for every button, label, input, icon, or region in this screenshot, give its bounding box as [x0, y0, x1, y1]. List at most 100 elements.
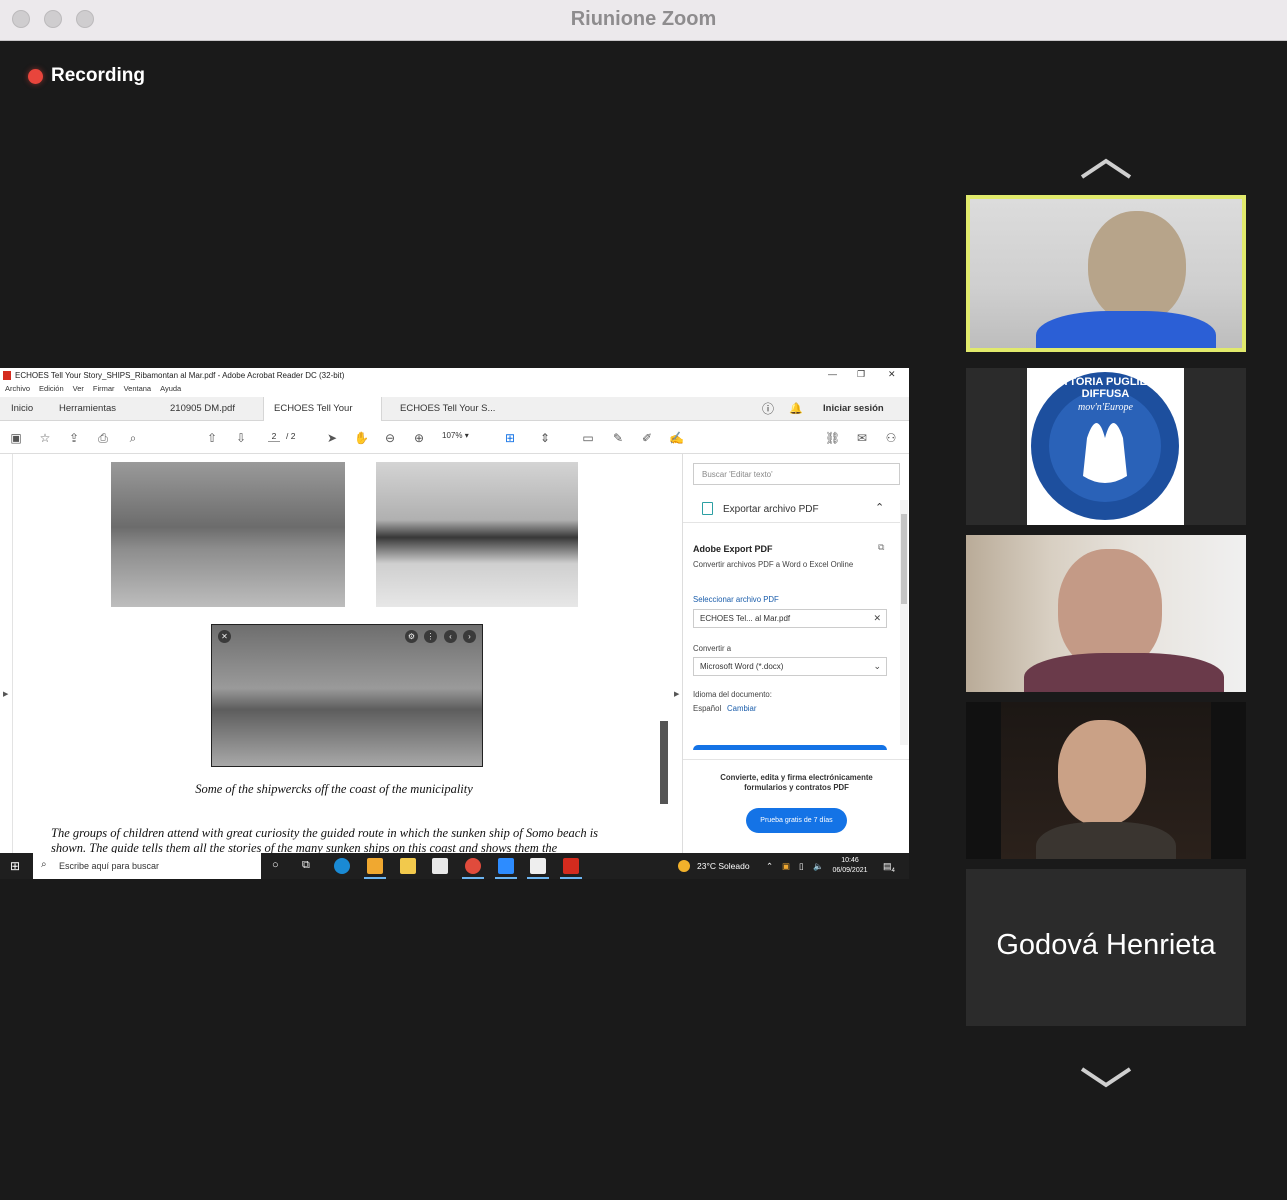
- select-cursor-icon[interactable]: ➤: [325, 431, 339, 445]
- more-icon[interactable]: ⋮: [424, 630, 437, 643]
- comment-icon[interactable]: ▭: [581, 431, 595, 445]
- search-icon[interactable]: ⌕: [126, 431, 140, 445]
- print-icon[interactable]: ⎙: [96, 431, 110, 445]
- task-view-icon[interactable]: ⧉: [302, 859, 310, 872]
- menu-ventana[interactable]: Ventana: [124, 384, 152, 397]
- panel-search-input[interactable]: Buscar 'Editar texto': [693, 463, 900, 485]
- menu-firmar[interactable]: Firmar: [93, 384, 115, 397]
- video-participant-1[interactable]: [966, 195, 1246, 352]
- windows-start-icon[interactable]: ⊞: [10, 859, 20, 873]
- recording-label: Recording: [51, 65, 145, 86]
- draw-icon[interactable]: ✐: [640, 431, 654, 445]
- change-language-link[interactable]: Cambiar: [727, 704, 756, 713]
- zoom-out-icon[interactable]: ⊖: [383, 431, 397, 445]
- fit-page-icon[interactable]: ⊞: [503, 431, 517, 445]
- prev-page-icon[interactable]: ⇧: [205, 431, 219, 445]
- document-scrollbar[interactable]: [659, 466, 668, 866]
- upload-icon[interactable]: ⇪: [67, 431, 81, 445]
- zoom-in-icon[interactable]: ⊕: [412, 431, 426, 445]
- tab-echoes-2[interactable]: ECHOES Tell Your S...: [390, 397, 505, 421]
- language-label: Idioma del documento:: [693, 690, 772, 699]
- restore-icon[interactable]: ❐: [857, 369, 865, 380]
- tab-210905[interactable]: 210905 DM.pdf: [160, 397, 245, 421]
- zoom-level-select[interactable]: 107% ▾: [442, 431, 469, 440]
- chevron-up-icon[interactable]: ⌃: [875, 501, 884, 514]
- scroll-mode-icon[interactable]: ⇕: [538, 431, 552, 445]
- menu-edicion[interactable]: Edición: [39, 384, 64, 397]
- prev-image-icon[interactable]: ‹: [444, 630, 457, 643]
- acrobat-tabbar: Inicio Herramientas 210905 DM.pdf ECHOES…: [0, 397, 909, 438]
- close-image-icon[interactable]: ✕: [218, 630, 231, 643]
- chrome-icon[interactable]: [465, 858, 481, 874]
- battery-icon[interactable]: ▯: [799, 861, 804, 872]
- tab-inicio[interactable]: Inicio: [1, 397, 43, 421]
- tab-herramientas[interactable]: Herramientas: [49, 397, 126, 421]
- page-number-input[interactable]: 2: [268, 431, 280, 442]
- acrobat-app-icon[interactable]: [563, 858, 579, 874]
- select-file-label[interactable]: Seleccionar archivo PDF: [693, 595, 779, 604]
- file-explorer-icon[interactable]: [400, 858, 416, 874]
- document-scroll-thumb[interactable]: [660, 721, 668, 804]
- next-image-icon[interactable]: ›: [463, 630, 476, 643]
- menu-ayuda[interactable]: Ayuda: [160, 384, 181, 397]
- tab-echoes-active[interactable]: ECHOES Tell Your S...✕: [263, 397, 382, 438]
- mail-icon[interactable]: ✉: [855, 431, 869, 445]
- highlight-icon[interactable]: ✎: [611, 431, 625, 445]
- convert-button[interactable]: [693, 745, 887, 750]
- window-titlebar: Riunione Zoom: [0, 0, 1287, 41]
- volume-icon[interactable]: 🔈: [813, 861, 824, 872]
- close-icon[interactable]: ✕: [888, 369, 896, 380]
- image-options-icon[interactable]: ⚙: [405, 630, 418, 643]
- copy-icon[interactable]: ⧉: [878, 542, 884, 553]
- format-select[interactable]: Microsoft Word (*.docx) ⌄: [693, 657, 887, 676]
- right-panel-arrow-icon[interactable]: ▶: [674, 690, 679, 698]
- taskbar-clock[interactable]: 10:46 06/09/2021: [828, 856, 872, 876]
- export-pdf-header[interactable]: Exportar archivo PDF ⌃: [683, 495, 901, 523]
- hand-tool-icon[interactable]: ✋: [354, 431, 369, 445]
- signin-link[interactable]: Iniciar sesión: [823, 397, 884, 421]
- link-icon[interactable]: ⛓: [825, 431, 840, 445]
- store-icon[interactable]: [432, 858, 448, 874]
- zoom-app-icon[interactable]: [498, 858, 514, 874]
- participant-shirt: [1036, 311, 1216, 348]
- next-page-icon[interactable]: ⇩: [234, 431, 248, 445]
- panel-scroll-thumb[interactable]: [901, 514, 907, 604]
- cortana-icon[interactable]: ○: [272, 859, 279, 871]
- left-panel-arrow-icon[interactable]: ▶: [3, 690, 8, 698]
- edge-icon[interactable]: [334, 858, 350, 874]
- menu-ver[interactable]: Ver: [73, 384, 84, 397]
- clock-date: 06/09/2021: [832, 867, 868, 874]
- minimize-icon[interactable]: —: [828, 369, 837, 379]
- file-field[interactable]: ECHOES Tel... al Mar.pdf ✕: [693, 609, 887, 628]
- menu-archivo[interactable]: Archivo: [5, 384, 30, 397]
- 7zip-icon[interactable]: [530, 858, 546, 874]
- running-indicator: [527, 877, 549, 879]
- recording-indicator[interactable]: Recording: [28, 65, 145, 87]
- chevron-down-icon[interactable]: [1078, 1065, 1134, 1089]
- pdf-document-page[interactable]: ✕ ⚙ ⋮ ‹ › Some of the shipwercks off the…: [12, 454, 672, 854]
- save-icon[interactable]: ▣: [9, 431, 23, 445]
- help-icon[interactable]: ⓘ: [762, 397, 774, 421]
- bell-icon[interactable]: 🔔: [789, 397, 803, 421]
- trial-button[interactable]: Prueba gratis de 7 días: [746, 808, 847, 833]
- chevron-up-icon[interactable]: [1078, 157, 1134, 181]
- video-participant-3[interactable]: [966, 535, 1246, 692]
- shipwreck-photo-1: [111, 462, 345, 607]
- name-only-tile[interactable]: Godová Henrieta: [966, 869, 1246, 1026]
- fill-sign-icon[interactable]: ✍: [669, 431, 684, 445]
- tray-app-icon[interactable]: ▣: [782, 861, 790, 872]
- export-pdf-label: Exportar archivo PDF: [723, 504, 819, 515]
- tray-chevron-icon[interactable]: ⌃: [766, 861, 773, 872]
- shared-screen[interactable]: ECHOES Tell Your Story_SHIPS_Ribamontan …: [0, 368, 909, 879]
- video-participant-4[interactable]: [966, 702, 1246, 859]
- taskbar-search-input[interactable]: ⌕ Escribe aquí para buscar: [33, 853, 261, 879]
- file-value: ECHOES Tel... al Mar.pdf: [700, 614, 791, 623]
- star-icon[interactable]: ☆: [38, 431, 52, 445]
- logo-participant[interactable]: FATTORIA PUGLIESE DIFFUSA mov'n'Europe: [966, 368, 1246, 525]
- shipwreck-photo-3[interactable]: ✕ ⚙ ⋮ ‹ ›: [211, 624, 483, 767]
- clear-file-icon[interactable]: ✕: [873, 613, 881, 624]
- notifications-icon[interactable]: ▤4: [883, 861, 895, 874]
- weather-text[interactable]: 23°C Soleado: [697, 861, 750, 871]
- sticky-notes-icon[interactable]: [367, 858, 383, 874]
- add-user-icon[interactable]: ⚇: [884, 431, 898, 445]
